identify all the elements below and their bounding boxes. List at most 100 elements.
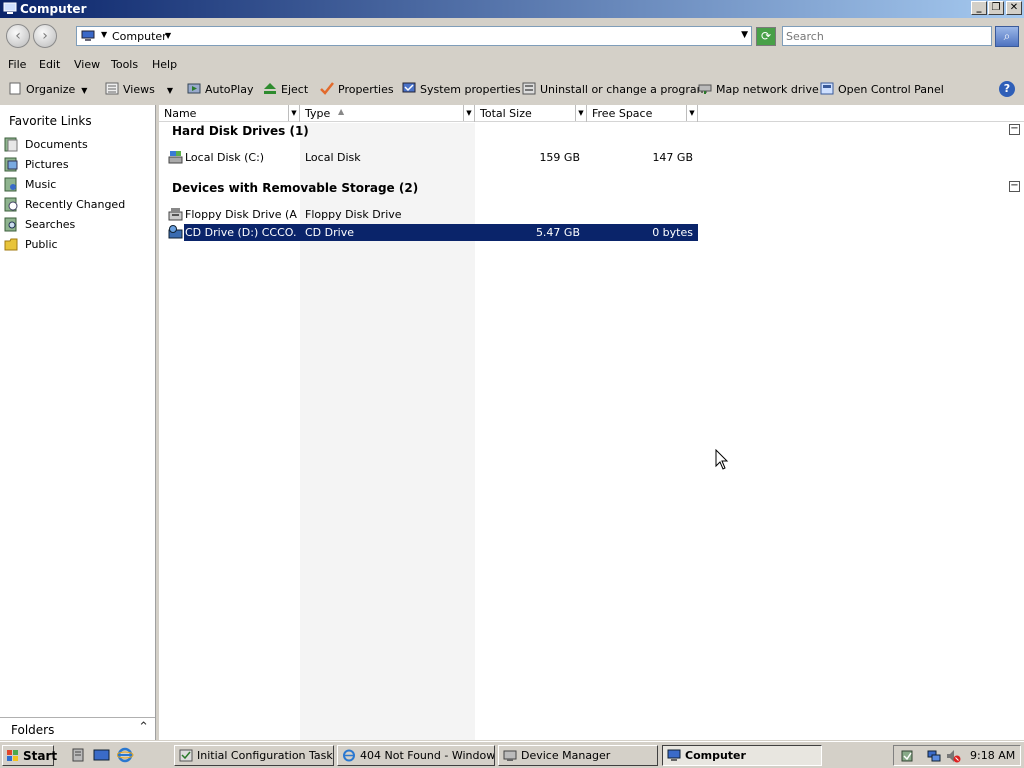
views-label: Views bbox=[123, 83, 155, 96]
column-filter-icon[interactable]: ▼ bbox=[686, 105, 697, 121]
collapse-icon[interactable]: − bbox=[1009, 124, 1020, 135]
sidebar-item-searches[interactable]: Searches bbox=[4, 216, 152, 234]
group-header-hard-disks[interactable]: Hard Disk Drives (1) bbox=[172, 124, 309, 138]
taskbar-button-browser[interactable]: 404 Not Found - Window... bbox=[337, 745, 495, 766]
tray-network-icon[interactable] bbox=[927, 749, 942, 763]
column-free-space[interactable]: Free Space ▼ bbox=[587, 105, 698, 122]
column-type[interactable]: Type ▲ ▼ bbox=[300, 105, 475, 122]
refresh-button[interactable]: ⟳ bbox=[756, 27, 776, 46]
item-free-space: 0 bytes bbox=[652, 226, 693, 239]
device-manager-icon bbox=[503, 750, 517, 761]
views-icon bbox=[105, 82, 119, 95]
uninstall-label: Uninstall or change a program bbox=[540, 83, 708, 96]
column-name-label: Name bbox=[164, 107, 197, 120]
address-dropdown-icon[interactable]: ▼ bbox=[741, 30, 748, 40]
map-network-drive-button[interactable]: Map network drive bbox=[698, 82, 819, 96]
address-bar[interactable]: ▼ Computer ▼ ▼ bbox=[76, 26, 752, 46]
public-folder-icon bbox=[4, 238, 18, 251]
restore-button[interactable]: ❐ bbox=[988, 1, 1004, 15]
start-button[interactable]: Start bbox=[2, 745, 58, 766]
menu-file[interactable]: File bbox=[8, 58, 26, 71]
close-button[interactable]: ✕ bbox=[1006, 1, 1022, 15]
autoplay-label: AutoPlay bbox=[205, 83, 254, 96]
server-manager-icon[interactable] bbox=[70, 747, 87, 763]
organize-button[interactable]: Organize ▼ bbox=[8, 82, 87, 96]
command-toolbar: Organize ▼ Views ▼ AutoPlay Eject Properti… bbox=[0, 76, 1024, 103]
list-item[interactable]: Local Disk (C:) Local Disk 159 GB 147 GB bbox=[167, 149, 698, 166]
menu-edit[interactable]: Edit bbox=[39, 58, 60, 71]
sidebar-item-recently-changed[interactable]: Recently Changed bbox=[4, 196, 152, 214]
open-control-panel-button[interactable]: Open Control Panel bbox=[820, 82, 944, 96]
taskbar-button-device-manager[interactable]: Device Manager bbox=[498, 745, 658, 766]
back-button[interactable]: ‹ bbox=[6, 24, 30, 48]
taskbar-button-initial-configuration[interactable]: Initial Configuration Tasks bbox=[174, 745, 334, 766]
minimize-button[interactable]: _ bbox=[971, 1, 987, 15]
properties-button[interactable]: Properties bbox=[320, 82, 394, 96]
folders-toggle[interactable]: Folders ⌃ bbox=[0, 717, 155, 740]
show-desktop-icon[interactable] bbox=[93, 747, 110, 763]
sidebar-item-documents[interactable]: Documents bbox=[4, 136, 152, 154]
forward-button[interactable]: › bbox=[33, 24, 57, 48]
properties-label: Properties bbox=[338, 83, 394, 96]
network-drive-icon bbox=[698, 84, 712, 94]
group-header-removable-storage[interactable]: Devices with Removable Storage (2) bbox=[172, 181, 418, 195]
column-filter-icon[interactable]: ▼ bbox=[463, 105, 474, 121]
item-type: CD Drive bbox=[305, 226, 354, 239]
sidebar-item-label: Searches bbox=[25, 218, 76, 231]
sidebar-item-music[interactable]: Music bbox=[4, 176, 152, 194]
column-total-size-label: Total Size bbox=[480, 107, 532, 120]
breadcrumb-arrow-icon[interactable]: ▼ bbox=[101, 30, 107, 39]
item-name: Floppy Disk Drive (A:) bbox=[185, 208, 297, 221]
config-tasks-icon bbox=[179, 749, 193, 762]
mouse-cursor-icon bbox=[715, 449, 729, 470]
taskbar-button-computer[interactable]: Computer bbox=[662, 745, 822, 766]
column-filter-icon[interactable]: ▼ bbox=[575, 105, 586, 121]
uninstall-button[interactable]: Uninstall or change a program bbox=[522, 82, 707, 96]
collapse-icon[interactable]: − bbox=[1009, 181, 1020, 192]
tray-volume-muted-icon[interactable] bbox=[946, 749, 961, 763]
programs-icon bbox=[522, 82, 536, 95]
item-type: Floppy Disk Drive bbox=[305, 208, 402, 221]
taskbar-button-label: Computer bbox=[685, 749, 746, 762]
breadcrumb-arrow-icon[interactable]: ▼ bbox=[165, 31, 171, 40]
documents-icon bbox=[4, 137, 18, 152]
list-item[interactable]: Floppy Disk Drive (A:) Floppy Disk Drive bbox=[167, 206, 698, 223]
internet-explorer-icon[interactable] bbox=[117, 747, 134, 763]
views-button[interactable]: Views ▼ bbox=[105, 82, 173, 96]
column-header: Name ▼ Type ▲ ▼ Total Size ▼ Free Space … bbox=[159, 105, 1024, 122]
computer-icon bbox=[81, 30, 95, 41]
autoplay-button[interactable]: AutoPlay bbox=[187, 82, 253, 96]
chevron-up-icon[interactable]: ⌃ bbox=[138, 720, 149, 735]
sidebar-item-public[interactable]: Public bbox=[4, 236, 152, 254]
menu-tools[interactable]: Tools bbox=[111, 58, 138, 71]
system-properties-icon bbox=[402, 82, 416, 93]
file-list-pane: Name ▼ Type ▲ ▼ Total Size ▼ Free Space … bbox=[159, 105, 1024, 740]
item-name: CD Drive (D:) CCCO... bbox=[185, 226, 297, 239]
sidebar-item-pictures[interactable]: Pictures bbox=[4, 156, 152, 174]
taskbar-button-label: Initial Configuration Tasks bbox=[197, 749, 334, 762]
tray-security-icon[interactable] bbox=[900, 749, 915, 763]
hard-disk-icon bbox=[168, 151, 183, 164]
eject-button[interactable]: Eject bbox=[263, 82, 308, 96]
organize-icon bbox=[9, 82, 21, 95]
breadcrumb-computer[interactable]: Computer bbox=[112, 30, 167, 43]
column-free-space-label: Free Space bbox=[592, 107, 653, 120]
item-free-space: 147 GB bbox=[652, 151, 693, 164]
column-filter-icon[interactable]: ▼ bbox=[288, 105, 299, 121]
search-input[interactable] bbox=[782, 26, 992, 46]
cd-drive-icon bbox=[168, 225, 183, 239]
system-properties-button[interactable]: System properties bbox=[402, 82, 521, 96]
search-button[interactable]: ⌕ bbox=[995, 26, 1019, 47]
start-label: Start bbox=[23, 749, 58, 763]
column-name[interactable]: Name ▼ bbox=[159, 105, 300, 122]
menu-bar: File Edit View Tools Help bbox=[0, 55, 1024, 75]
clock[interactable]: 9:18 AM bbox=[970, 749, 1015, 762]
list-item-selected[interactable]: CD Drive (D:) CCCO... CD Drive 5.47 GB 0… bbox=[167, 224, 698, 241]
taskbar-button-label: 404 Not Found - Window... bbox=[360, 749, 495, 762]
ie-icon bbox=[343, 749, 355, 762]
column-total-size[interactable]: Total Size ▼ bbox=[475, 105, 587, 122]
menu-view[interactable]: View bbox=[74, 58, 100, 71]
help-icon[interactable]: ? bbox=[999, 81, 1015, 97]
sidebar-item-label: Recently Changed bbox=[25, 198, 126, 211]
menu-help[interactable]: Help bbox=[152, 58, 177, 71]
